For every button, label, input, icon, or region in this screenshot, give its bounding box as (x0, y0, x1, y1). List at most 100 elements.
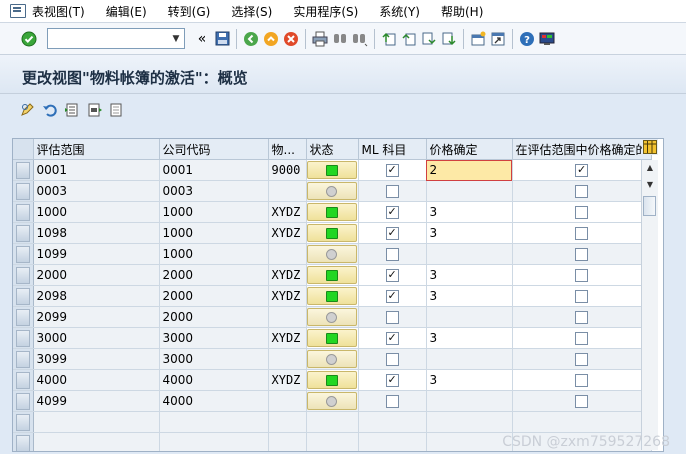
ml-account-checkbox[interactable] (385, 269, 399, 282)
cell-price-determination-fixed[interactable] (512, 159, 652, 181)
price-fixed-checkbox[interactable] (575, 395, 588, 408)
table-row[interactable]: 10001000XYDZ3 (13, 201, 652, 223)
table-row[interactable]: 30003000XYDZ3 (13, 327, 652, 349)
menu-utilities[interactable]: 实用程序(S) (293, 3, 358, 20)
ml-account-checkbox[interactable] (385, 185, 399, 198)
price-fixed-checkbox[interactable] (575, 269, 588, 282)
row-selector-button[interactable] (15, 350, 30, 368)
cell-ml-account[interactable] (358, 285, 427, 307)
cell-price-determination[interactable]: 3 (426, 201, 513, 223)
cell-status[interactable] (306, 348, 359, 370)
cell-ml-account[interactable] (358, 327, 427, 349)
row-selector[interactable] (13, 222, 34, 244)
exit-icon[interactable] (262, 30, 280, 48)
cell-ml-account[interactable] (358, 159, 427, 181)
cell-price-determination[interactable]: 3 (426, 369, 513, 391)
row-selector[interactable] (13, 411, 34, 433)
status-button[interactable] (307, 392, 357, 410)
last-page-icon[interactable] (440, 30, 458, 48)
row-selector[interactable] (13, 327, 34, 349)
ml-account-checkbox[interactable] (385, 290, 399, 303)
header-valuation-area[interactable]: 评估范围 (33, 139, 160, 160)
row-selector-button[interactable] (15, 161, 30, 179)
command-field[interactable]: ▼ (47, 28, 185, 49)
table-row[interactable]: 1099 1000 (13, 243, 652, 265)
price-fixed-checkbox[interactable] (575, 332, 588, 345)
cell-ml-account[interactable] (358, 264, 427, 286)
cell-status[interactable] (306, 222, 359, 244)
status-button[interactable] (307, 203, 357, 221)
cell-status[interactable] (306, 369, 359, 391)
price-fixed-checkbox[interactable] (575, 248, 588, 261)
cell-ml-account[interactable] (358, 243, 427, 265)
price-fixed-checkbox[interactable] (575, 164, 588, 177)
cell-price-determination-fixed[interactable] (512, 222, 652, 244)
ml-account-checkbox[interactable] (385, 311, 399, 324)
row-selector-button[interactable] (15, 392, 30, 410)
ml-account-checkbox[interactable] (385, 164, 399, 177)
first-page-icon[interactable] (380, 30, 398, 48)
row-selector[interactable] (13, 201, 34, 223)
column-settings-icon[interactable] (642, 139, 658, 155)
row-selector[interactable] (13, 285, 34, 307)
cell-status[interactable] (306, 390, 359, 412)
cell-status[interactable] (306, 285, 359, 307)
price-fixed-checkbox[interactable] (575, 353, 588, 366)
table-row[interactable]: 0001000190002 (13, 159, 652, 181)
row-selector[interactable] (13, 369, 34, 391)
status-button[interactable] (307, 371, 357, 389)
cell-status[interactable] (306, 306, 359, 328)
table-row[interactable]: 3099 3000 (13, 348, 652, 370)
table-row[interactable]: 2099 2000 (13, 306, 652, 328)
price-fixed-checkbox[interactable] (575, 206, 588, 219)
cell-ml-account[interactable] (358, 306, 427, 328)
status-button[interactable] (307, 266, 357, 284)
row-selector-button[interactable] (15, 413, 30, 431)
deselect-all-icon[interactable] (107, 101, 125, 119)
cell-ml-account[interactable] (358, 390, 427, 412)
row-selector[interactable] (13, 159, 34, 181)
cell-price-determination-fixed[interactable] (512, 327, 652, 349)
find-next-icon[interactable] (351, 30, 369, 48)
header-ml-account[interactable]: ML 科目 (358, 139, 427, 160)
ml-account-checkbox[interactable] (385, 332, 399, 345)
table-row[interactable]: 4099 4000 (13, 390, 652, 412)
row-selector-button[interactable] (15, 329, 30, 347)
cell-ml-account[interactable] (358, 222, 427, 244)
row-selector-button[interactable] (15, 245, 30, 263)
row-selector[interactable] (13, 180, 34, 202)
status-button[interactable] (307, 287, 357, 305)
cell-status[interactable] (306, 243, 359, 265)
cell-price-determination[interactable] (426, 348, 513, 370)
table-row-empty[interactable] (13, 411, 652, 433)
change-icon[interactable] (19, 101, 37, 119)
status-button[interactable] (307, 182, 357, 200)
cell-price-determination-fixed[interactable] (512, 306, 652, 328)
find-icon[interactable] (331, 30, 349, 48)
back-icon[interactable] (242, 30, 260, 48)
menu-goto[interactable]: 转到(G) (168, 3, 211, 20)
cell-price-determination-fixed[interactable] (512, 348, 652, 370)
row-selector[interactable] (13, 390, 34, 412)
table-row[interactable]: 20982000XYDZ 3 (13, 285, 652, 307)
next-page-icon[interactable] (420, 30, 438, 48)
scroll-thumb[interactable] (643, 196, 656, 216)
cell-ml-account[interactable] (358, 201, 427, 223)
menu-select[interactable]: 选择(S) (231, 3, 272, 20)
new-session-icon[interactable] (469, 30, 487, 48)
ml-account-checkbox[interactable] (385, 374, 399, 387)
cell-price-determination[interactable]: 3 (426, 264, 513, 286)
header-status[interactable]: 状态 (306, 139, 359, 160)
cell-price-determination[interactable] (426, 306, 513, 328)
cancel-icon[interactable] (282, 30, 300, 48)
vertical-scrollbar[interactable]: ▲ ▼ (641, 160, 658, 450)
cell-ml-account[interactable] (358, 180, 427, 202)
undo-icon[interactable] (41, 101, 59, 119)
cell-price-determination-fixed[interactable] (512, 180, 652, 202)
status-button[interactable] (307, 245, 357, 263)
system-menu-icon[interactable] (10, 4, 26, 18)
table-row[interactable]: 40004000XYDZ3 (13, 369, 652, 391)
price-fixed-checkbox[interactable] (575, 374, 588, 387)
menu-help[interactable]: 帮助(H) (441, 3, 483, 20)
cell-ml-account[interactable] (358, 348, 427, 370)
